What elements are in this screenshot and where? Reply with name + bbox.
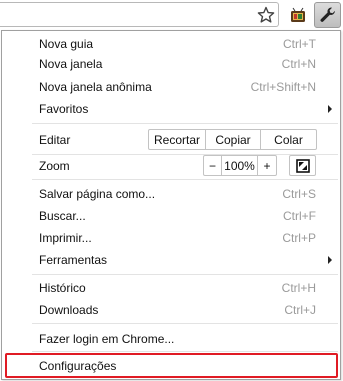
menu-item-shortcut: Ctrl+T — [283, 37, 316, 51]
menu-separator — [32, 274, 338, 275]
paste-button[interactable]: Colar — [261, 130, 316, 149]
menu-item-print[interactable]: Imprimir... Ctrl+P — [2, 228, 340, 248]
menu-item-downloads[interactable]: Downloads Ctrl+J — [2, 300, 340, 320]
menu-item-tools[interactable]: Ferramentas — [2, 250, 340, 270]
menu-separator — [32, 323, 338, 324]
chrome-menu: Nova guia Ctrl+T Nova janela Ctrl+N Nova… — [1, 30, 341, 380]
menu-item-label: Nova janela anônima — [39, 80, 152, 94]
zoom-in-button[interactable]: + — [258, 156, 276, 175]
menu-item-label: Favoritos — [39, 102, 89, 116]
menu-item-label: Ferramentas — [39, 253, 108, 267]
fullscreen-icon — [295, 158, 310, 173]
menu-separator — [32, 179, 338, 180]
bookmark-star-button[interactable] — [255, 4, 277, 26]
menu-item-shortcut: Ctrl+N — [281, 57, 316, 71]
fullscreen-button[interactable] — [289, 155, 316, 176]
menu-item-label: Salvar página como... — [39, 187, 156, 201]
menu-item-label: Imprimir... — [39, 231, 92, 245]
menu-item-sign-in[interactable]: Fazer login em Chrome... — [2, 329, 340, 349]
wrench-icon — [320, 7, 335, 22]
menu-item-edit: Editar Recortar Copiar Colar — [2, 126, 340, 153]
menu-separator — [32, 351, 338, 352]
menu-item-shortcut: Ctrl+S — [282, 187, 316, 201]
wrench-menu-button[interactable] — [314, 2, 341, 28]
copy-button[interactable]: Copiar — [206, 130, 261, 149]
menu-item-shortcut: Ctrl+H — [281, 281, 316, 295]
extension-icon — [291, 7, 305, 22]
menu-item-favorites[interactable]: Favoritos — [2, 99, 340, 119]
cut-button[interactable]: Recortar — [149, 130, 206, 149]
menu-item-label: Fazer login em Chrome... — [39, 332, 175, 346]
menu-item-label: Downloads — [39, 303, 99, 317]
submenu-arrow-icon — [328, 256, 332, 264]
menu-item-shortcut: Ctrl+Shift+N — [250, 80, 316, 94]
menu-item-shortcut: Ctrl+P — [282, 231, 316, 245]
browser-toolbar — [0, 0, 343, 30]
menu-item-zoom: Zoom − 100% + — [2, 152, 340, 179]
menu-item-find[interactable]: Buscar... Ctrl+F — [2, 206, 340, 226]
menu-item-history[interactable]: Histórico Ctrl+H — [2, 278, 340, 298]
extension-button[interactable] — [287, 4, 309, 26]
menu-item-label: Editar — [39, 133, 71, 147]
settings-highlight-box — [5, 353, 338, 378]
zoom-out-button[interactable]: − — [204, 156, 222, 175]
zoom-level: 100% — [222, 156, 258, 175]
menu-item-save-page[interactable]: Salvar página como... Ctrl+S — [2, 184, 340, 204]
menu-item-label: Nova guia — [39, 37, 94, 51]
menu-item-shortcut: Ctrl+J — [284, 303, 316, 317]
submenu-arrow-icon — [328, 105, 332, 113]
star-icon — [257, 6, 275, 23]
menu-item-new-window[interactable]: Nova janela Ctrl+N — [2, 54, 340, 74]
menu-item-label: Zoom — [39, 159, 70, 173]
menu-item-incognito[interactable]: Nova janela anônima Ctrl+Shift+N — [2, 77, 340, 97]
zoom-control: − 100% + — [203, 155, 277, 176]
edit-button-group: Recortar Copiar Colar — [148, 129, 317, 150]
menu-item-shortcut: Ctrl+F — [283, 209, 316, 223]
menu-item-label: Histórico — [39, 281, 86, 295]
menu-item-new-tab[interactable]: Nova guia Ctrl+T — [2, 34, 340, 54]
menu-item-label: Nova janela — [39, 57, 103, 71]
omnibox[interactable] — [0, 2, 279, 27]
menu-separator — [32, 123, 338, 124]
menu-item-label: Buscar... — [39, 209, 86, 223]
